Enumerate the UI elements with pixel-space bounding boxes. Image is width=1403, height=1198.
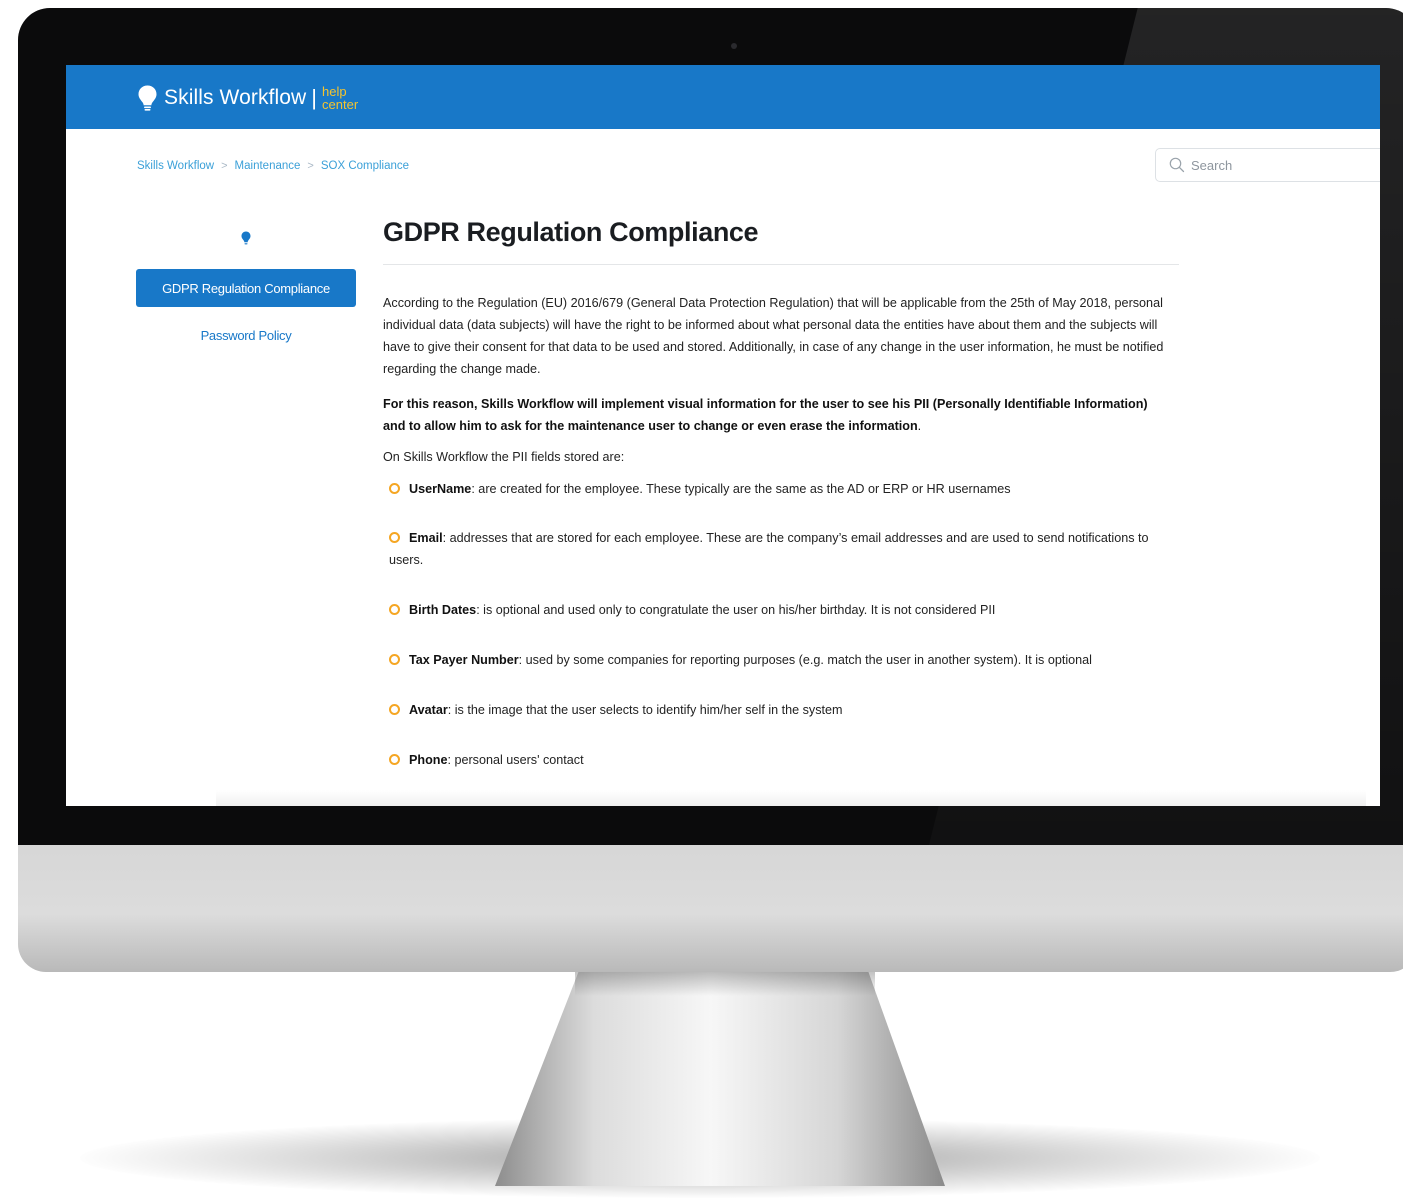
field-desc: : is the image that the user selects to … (447, 703, 843, 717)
screen-bottom-fade (216, 790, 1366, 806)
browser-screen: Skills Workflow | help center Skills Wor… (66, 65, 1380, 806)
bullet-icon (389, 704, 400, 715)
sidebar-item-gdpr[interactable]: GDPR Regulation Compliance (136, 269, 356, 307)
highlight-period: . (917, 419, 922, 433)
search-box[interactable] (1155, 148, 1380, 182)
breadcrumb-separator: > (307, 160, 314, 172)
field-desc: : addresses that are stored for each emp… (389, 531, 1149, 567)
brand-name: Skills Workflow (164, 86, 307, 109)
list-item-avatar: Avatar: is the image that the user selec… (383, 699, 1159, 721)
field-name: Phone (409, 753, 448, 767)
article: GDPR Regulation Compliance According to … (383, 217, 1183, 771)
breadcrumb-item-sox[interactable]: SOX Compliance (321, 160, 409, 172)
field-name: Avatar (409, 703, 448, 717)
stand-shade (575, 968, 875, 996)
monitor-stand (495, 968, 945, 1186)
list-item-phone: Phone: personal users' contact (383, 749, 1159, 771)
field-desc: : is optional and used only to congratul… (476, 603, 996, 617)
field-desc: : used by some companies for reporting p… (518, 653, 1092, 667)
sidebar-item-password-policy[interactable]: Password Policy (136, 323, 356, 347)
bullet-icon (389, 483, 400, 494)
site-header: Skills Workflow | help center (66, 65, 1380, 129)
list-item-username: UserName: are created for the employee. … (383, 478, 1159, 500)
search-icon (1169, 157, 1185, 173)
bullet-icon (389, 532, 400, 543)
field-desc: : personal users' contact (447, 753, 584, 767)
search-input[interactable] (1191, 155, 1371, 175)
bullet-icon (389, 754, 400, 765)
lightbulb-icon (138, 85, 157, 111)
field-name: Email (409, 531, 443, 545)
breadcrumb-item-home[interactable]: Skills Workflow (137, 160, 214, 172)
brand-subtitle-line2: center (322, 97, 359, 112)
page-title: GDPR Regulation Compliance (383, 217, 1179, 265)
breadcrumb-item-maintenance[interactable]: Maintenance (235, 160, 301, 172)
bullet-icon (389, 604, 400, 615)
brand-subtitle: help center (322, 85, 358, 111)
fields-intro: On Skills Workflow the PII fields stored… (383, 450, 625, 464)
bullet-icon (389, 654, 400, 665)
field-name: Birth Dates (409, 603, 477, 617)
highlight-text: For this reason, Skills Workflow will im… (383, 397, 1148, 433)
pii-field-list: UserName: are created for the employee. … (383, 478, 1183, 771)
field-desc: : are created for the employee. These ty… (471, 482, 1011, 496)
list-item-birth-dates: Birth Dates: is optional and used only t… (383, 599, 1159, 621)
lightbulb-pin-icon (241, 231, 251, 245)
intro-paragraph: According to the Regulation (EU) 2016/67… (383, 296, 1164, 376)
site-logo[interactable]: Skills Workflow | help center (138, 81, 358, 115)
breadcrumb: Skills Workflow > Maintenance > SOX Comp… (137, 160, 409, 172)
camera-icon (731, 43, 737, 49)
list-item-email: Email: addresses that are stored for eac… (383, 527, 1159, 571)
highlight-paragraph: For this reason, Skills Workflow will im… (383, 393, 1173, 437)
list-item-tax-payer: Tax Payer Number: used by some companies… (383, 649, 1159, 671)
brand-divider: | (311, 85, 318, 110)
field-name: Tax Payer Number (409, 653, 519, 667)
breadcrumb-separator: > (221, 160, 228, 172)
field-name: UserName (409, 482, 472, 496)
